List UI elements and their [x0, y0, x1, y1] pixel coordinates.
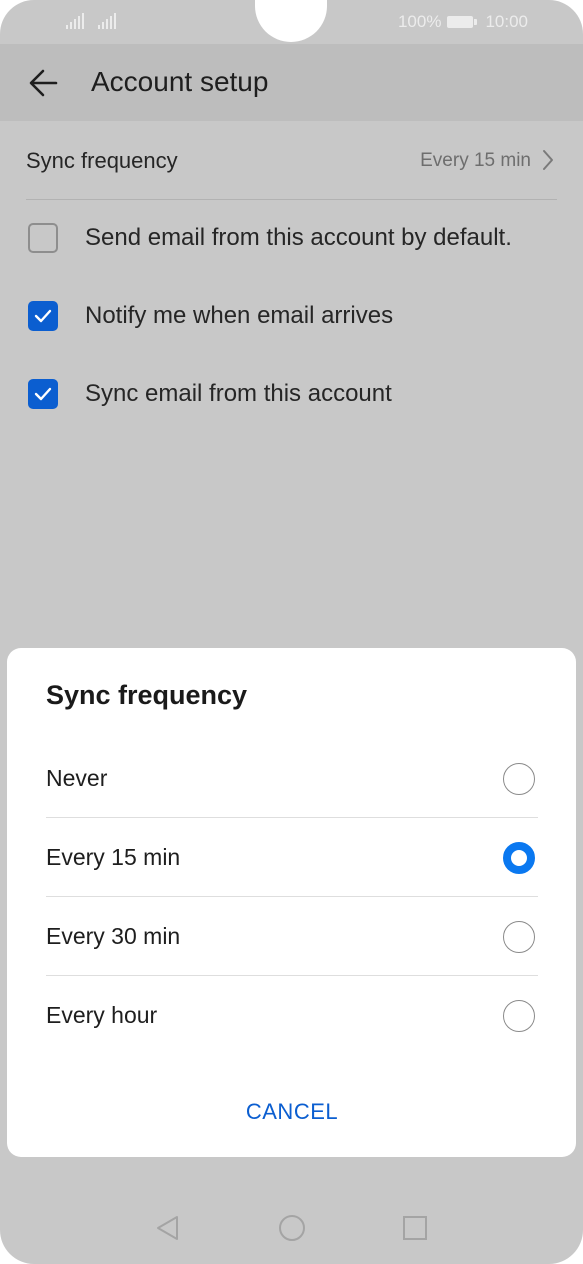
signal-icon — [66, 12, 86, 35]
radio-every-15-min[interactable] — [503, 842, 535, 874]
sync-email-checkbox[interactable] — [28, 379, 58, 409]
checkmark-icon — [34, 309, 52, 323]
option-never[interactable]: Never — [46, 740, 538, 818]
circle-home-icon[interactable] — [277, 1213, 307, 1243]
chevron-right-icon — [541, 149, 555, 171]
navigation-bar — [0, 1195, 583, 1264]
sync-email-label: Sync email from this account — [85, 380, 392, 407]
option-label: Every 15 min — [46, 844, 181, 870]
option-label: Never — [46, 765, 108, 791]
back-button[interactable] — [24, 62, 66, 104]
triangle-back-icon[interactable] — [153, 1213, 183, 1243]
default-account-row[interactable]: Send email from this account by default. — [28, 221, 558, 261]
option-every-hour[interactable]: Every hour — [46, 977, 538, 1055]
sync-frequency-dialog: Sync frequency Never Every 15 min Every … — [7, 648, 576, 1157]
option-label: Every 30 min — [46, 923, 181, 949]
radio-never[interactable] — [503, 763, 535, 795]
notify-label: Notify me when email arrives — [85, 302, 394, 329]
clock: 10:00 — [485, 12, 528, 31]
sync-email-row[interactable]: Sync email from this account — [28, 377, 558, 417]
checkmark-icon — [34, 387, 52, 401]
battery-icon — [447, 16, 478, 28]
arrow-left-icon — [24, 69, 66, 108]
battery-percent: 100% — [397, 12, 442, 31]
status-right: 100% 10:00 — [398, 12, 528, 32]
option-every-15-min[interactable]: Every 15 min — [46, 819, 538, 897]
radio-every-hour[interactable] — [503, 1000, 535, 1032]
option-label: Every hour — [46, 1002, 158, 1028]
sync-frequency-label: Sync frequency — [26, 148, 178, 173]
sync-frequency-value: Every 15 min — [420, 150, 531, 171]
notify-row[interactable]: Notify me when email arrives — [28, 299, 558, 339]
signal-icon-2 — [98, 12, 118, 35]
radio-every-30-min[interactable] — [503, 921, 535, 953]
option-every-30-min[interactable]: Every 30 min — [46, 898, 538, 976]
page-title: Account setup — [91, 66, 269, 97]
app-bar: Account setup — [0, 44, 583, 121]
phone-screen: 100% 10:00 Account setup Sync frequency … — [0, 0, 583, 1264]
dialog-title: Sync frequency — [46, 680, 248, 710]
notify-checkbox[interactable] — [28, 301, 58, 331]
sync-frequency-row[interactable]: Sync frequency Every 15 min — [26, 121, 557, 200]
camera-notch — [255, 0, 327, 42]
cancel-button[interactable]: CANCEL — [192, 1087, 392, 1137]
default-account-checkbox[interactable] — [28, 223, 58, 253]
square-recent-icon[interactable] — [400, 1213, 430, 1243]
default-account-label: Send email from this account by default. — [85, 224, 512, 251]
status-bar: 100% 10:00 — [0, 0, 583, 44]
